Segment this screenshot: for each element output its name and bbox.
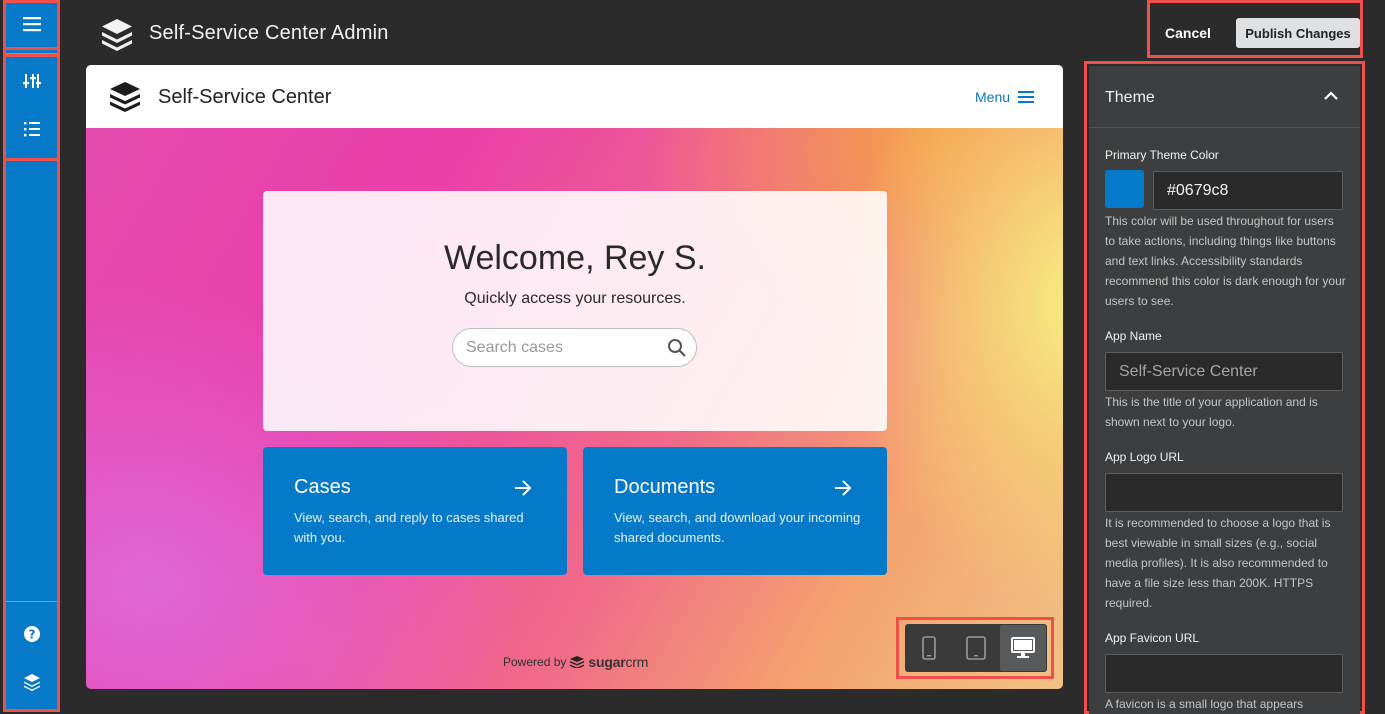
phone-icon [922,636,936,660]
theme-panel-header[interactable]: Theme [1089,66,1360,128]
sugarcrm-logo-icon [570,656,585,668]
documents-card[interactable]: Documents View, search, and download you… [583,447,887,575]
favicon-url-input[interactable] [1119,664,1329,684]
sliders-icon[interactable] [6,61,57,101]
portal-preview: Self-Service Center Menu Welcome, Rey S.… [86,65,1063,689]
chevron-up-icon[interactable] [1323,88,1339,104]
preview-header: Self-Service Center Menu [86,65,1063,128]
portal-title: Self-Service Center [158,86,332,108]
sugarcrm-brand: sugarcrm [588,654,649,670]
help-icon[interactable]: ? [6,614,57,654]
menu-icon[interactable] [6,4,57,44]
portal-menu-label: Menu [975,89,1011,105]
search-input[interactable] [466,337,656,359]
logo-url-input[interactable] [1119,483,1329,503]
welcome-title: Welcome, Rey S. [443,239,706,277]
favicon-url-help: A favicon is a small logo that appears [1105,697,1304,711]
cases-card[interactable]: Cases View, search, and reply to cases s… [263,447,567,575]
publish-changes-button[interactable]: Publish Changes [1236,18,1360,48]
cases-card-title: Cases [294,476,351,498]
favicon-url-label: App Favicon URL [1105,631,1200,645]
welcome-subtitle: Quickly access your resources. [464,290,686,307]
search-icon[interactable] [667,338,687,358]
welcome-card: Welcome, Rey S. Quickly access your reso… [263,191,887,431]
portal-menu-button[interactable]: Menu [975,89,1035,105]
app-name-help: This is the title of your application an… [1105,395,1318,429]
powered-by: Powered by sugarcrm [503,654,648,670]
powered-by-label: Powered by [503,655,567,669]
desktop-icon [1011,637,1035,658]
left-rail: ? [6,0,57,711]
app-name-label: App Name [1105,329,1162,343]
desktop-view-button[interactable] [1000,625,1046,671]
logo-url-field [1105,473,1343,512]
layers-icon[interactable] [6,662,57,702]
device-toggle [905,624,1047,672]
theme-section-title: Theme [1105,89,1155,106]
app-name-input[interactable] [1119,362,1329,382]
tablet-icon [966,636,986,660]
cancel-button[interactable]: Cancel [1156,18,1220,48]
color-swatch[interactable] [1105,170,1144,208]
page-title: Self-Service Center Admin [149,22,389,44]
logo-url-help: It is recommended to choose a logo that … [1105,516,1331,610]
search-box [452,328,697,367]
svg-text:?: ? [28,628,35,642]
portal-logo-icon [110,82,140,112]
logo-url-label: App Logo URL [1105,450,1184,464]
documents-card-title: Documents [614,476,716,498]
cases-card-description: View, search, and reply to cases shared … [294,510,524,545]
app-name-field [1105,352,1343,391]
arrow-right-icon [835,480,852,496]
favicon-url-field [1105,654,1343,693]
primary-color-input[interactable] [1167,181,1360,201]
primary-color-help: This color will be used throughout for u… [1105,214,1346,308]
app-logo-icon [102,19,132,51]
theme-panel: Theme Primary Theme Color This color wil… [1089,66,1360,714]
list-icon[interactable] [6,109,57,149]
primary-color-field [1153,171,1360,210]
documents-card-description: View, search, and download your incoming… [614,510,861,545]
hamburger-icon [1018,91,1035,103]
tablet-view-button[interactable] [953,625,999,671]
phone-view-button[interactable] [906,625,952,671]
arrow-right-icon [515,480,532,496]
primary-color-label: Primary Theme Color [1105,148,1219,162]
